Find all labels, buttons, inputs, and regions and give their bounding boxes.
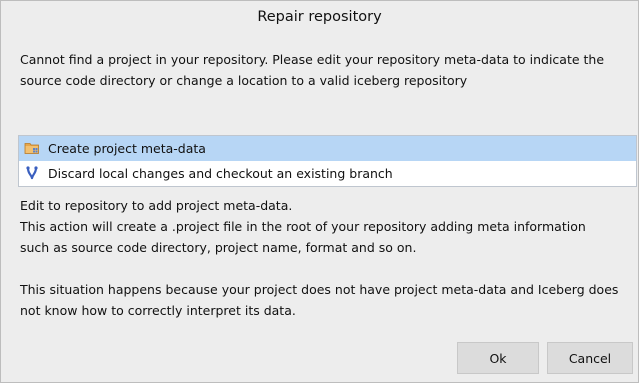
error-message: Cannot find a project in your repository…	[20, 49, 630, 91]
help-spacer	[20, 258, 635, 279]
repair-repository-dialog: Repair repository Cannot find a project …	[0, 0, 639, 383]
help-line: Edit to repository to add project meta-d…	[20, 198, 293, 213]
help-line: This action will create a .project file …	[20, 219, 586, 234]
cancel-button[interactable]: Cancel	[547, 342, 633, 374]
option-create-project-metadata[interactable]: Create project meta-data	[19, 136, 636, 161]
option-discard-local-changes[interactable]: Discard local changes and checkout an ex…	[19, 161, 636, 185]
repair-options-list[interactable]: Create project meta-data Discard local c…	[18, 135, 637, 187]
error-message-line: source code directory or change a locati…	[20, 73, 468, 88]
help-line: This situation happens because your proj…	[20, 282, 619, 297]
branch-icon	[24, 165, 40, 181]
ok-button[interactable]: Ok	[457, 342, 539, 374]
help-line: such as source code directory, project n…	[20, 240, 417, 255]
folder-icon	[24, 140, 40, 156]
option-label: Create project meta-data	[48, 140, 206, 156]
dialog-title: Repair repository	[257, 9, 382, 25]
error-message-line: Cannot find a project in your repository…	[20, 52, 605, 67]
help-line: not know how to correctly interpret its …	[20, 303, 296, 318]
option-label: Discard local changes and checkout an ex…	[48, 165, 393, 181]
option-help-text: Edit to repository to add project meta-d…	[20, 195, 635, 321]
